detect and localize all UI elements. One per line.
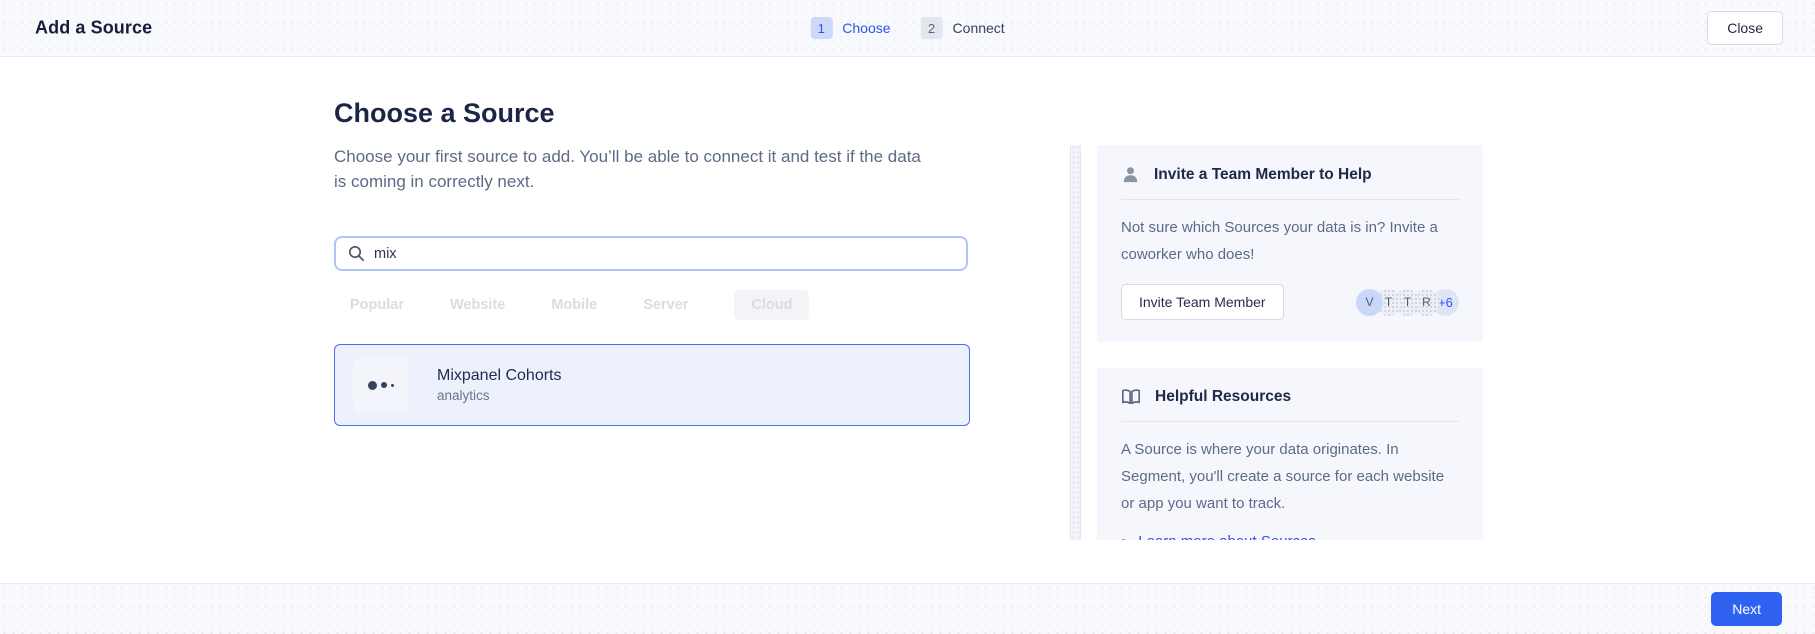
invite-team-member-button[interactable]: Invite Team Member [1121, 284, 1284, 320]
header-bar: Add a Source 1 Choose 2 Connect Close [0, 0, 1815, 57]
result-text: Mixpanel Cohorts analytics [437, 367, 562, 403]
tab-popular[interactable]: Popular [350, 291, 404, 319]
step-connect[interactable]: 2 Connect [921, 17, 1005, 39]
tab-server[interactable]: Server [643, 291, 688, 319]
next-button[interactable]: Next [1711, 592, 1782, 626]
main-description: Choose your first source to add. You’ll … [334, 145, 929, 194]
resources-panel-title: Helpful Resources [1155, 388, 1291, 406]
tab-mobile[interactable]: Mobile [551, 291, 597, 319]
result-category: analytics [437, 388, 562, 403]
footer-bar: Next [0, 583, 1815, 634]
tab-cloud[interactable]: Cloud [734, 290, 809, 320]
search-input[interactable] [374, 246, 954, 262]
step-indicator: 1 Choose 2 Connect [810, 17, 1004, 39]
step-choose-number: 1 [810, 17, 832, 39]
category-tabs: Popular Website Mobile Server Cloud [350, 290, 809, 320]
step-connect-number: 2 [921, 17, 943, 39]
invite-panel-body: Not sure which Sources your data is in? … [1121, 214, 1459, 268]
resources-panel-body: A Source is where your data originates. … [1121, 436, 1459, 517]
resource-list: Learn more about Sources [1121, 533, 1459, 540]
resources-panel-header: Helpful Resources [1121, 388, 1459, 406]
open-book-icon [1121, 388, 1141, 406]
content-scrollbar-track[interactable] [1070, 145, 1081, 540]
panel-divider [1121, 199, 1459, 200]
tab-website[interactable]: Website [450, 291, 505, 319]
close-button[interactable]: Close [1707, 11, 1783, 45]
result-name: Mixpanel Cohorts [437, 367, 562, 385]
team-avatar-stack: V T T R +6 [1356, 289, 1459, 316]
invite-team-panel: Invite a Team Member to Help Not sure wh… [1097, 145, 1483, 342]
source-result-mixpanel-cohorts[interactable]: Mixpanel Cohorts analytics [334, 344, 970, 426]
resource-list-item: Learn more about Sources [1121, 533, 1459, 540]
add-source-modal: Add a Source 1 Choose 2 Connect Close Ch… [0, 0, 1815, 634]
learn-more-sources-link[interactable]: Learn more about Sources [1138, 533, 1316, 540]
person-icon [1121, 165, 1140, 184]
invite-panel-header: Invite a Team Member to Help [1121, 165, 1459, 184]
search-icon [348, 245, 365, 262]
step-choose-label: Choose [842, 20, 890, 36]
helpful-resources-panel: Helpful Resources A Source is where your… [1097, 368, 1483, 540]
page-title: Add a Source [35, 18, 152, 39]
mixpanel-cohorts-logo-icon [353, 357, 409, 413]
source-search[interactable] [334, 236, 968, 271]
invite-row: Invite Team Member V T T R +6 [1121, 284, 1459, 320]
avatar: V [1356, 289, 1383, 316]
invite-panel-title: Invite a Team Member to Help [1154, 166, 1372, 184]
panel-divider [1121, 421, 1459, 422]
step-choose[interactable]: 1 Choose [810, 17, 890, 39]
main-heading: Choose a Source [334, 98, 555, 129]
step-connect-label: Connect [953, 20, 1005, 36]
